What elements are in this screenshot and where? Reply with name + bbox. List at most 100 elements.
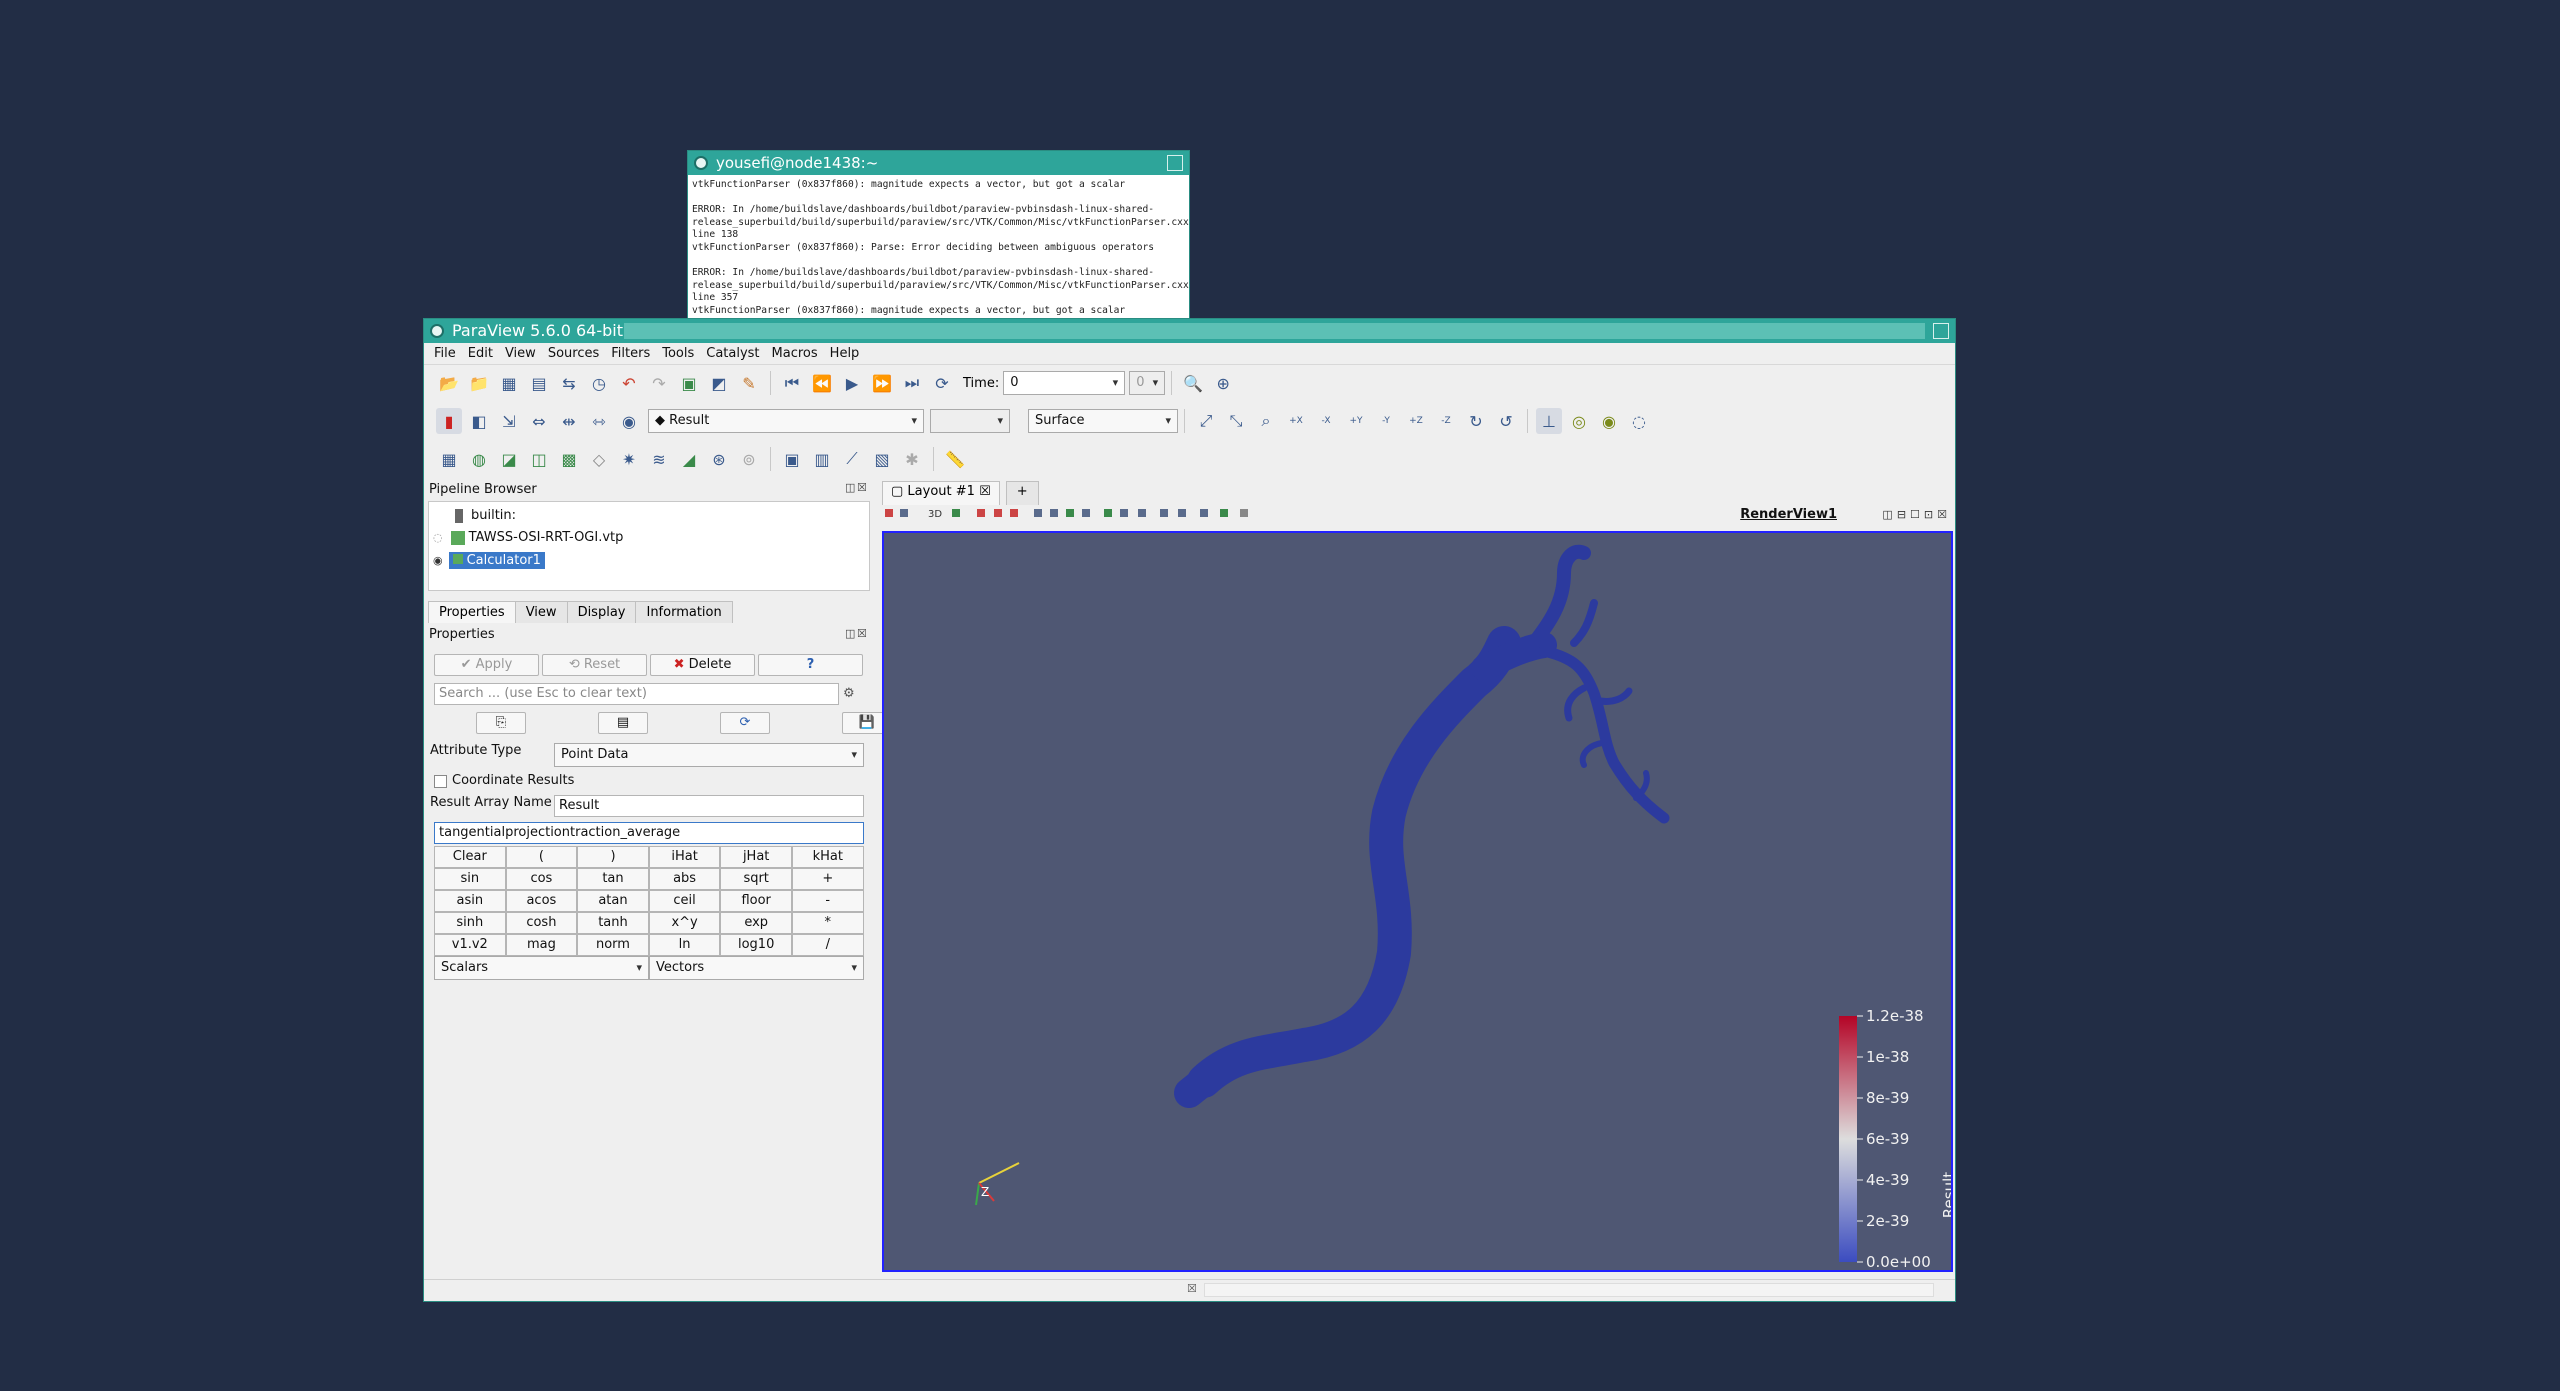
edit-color-map-icon[interactable]: ◧	[466, 408, 492, 434]
plot-over-line-icon[interactable]: ⟋	[839, 446, 865, 472]
menu-tools[interactable]: Tools	[656, 346, 700, 361]
color-by-dropdown[interactable]: ◆ Result	[648, 409, 924, 433]
delete-button[interactable]: ✖ Delete	[650, 654, 755, 676]
tab-properties[interactable]: Properties	[428, 601, 516, 623]
clip-icon[interactable]: ◪	[496, 446, 522, 472]
render-view[interactable]: Z 1.2e-38 1e-38 8e-39 6e-39 4e-39 2e-39 0.0e+0…	[882, 531, 1958, 1272]
rotate-plus-90-icon[interactable]: ↻	[1463, 408, 1489, 434]
recent-open-icon[interactable]: 📁	[466, 370, 492, 396]
menu-filters[interactable]: Filters	[605, 346, 656, 361]
keypad-button[interactable]: (	[505, 846, 578, 868]
keypad-button[interactable]: +	[791, 868, 864, 890]
result-array-input[interactable]: Result	[554, 795, 864, 817]
tab-layout-1[interactable]: ▢ Layout #1 ☒	[882, 481, 1000, 505]
pipeline-item-calculator[interactable]: ◉ Calculator1	[433, 552, 545, 569]
stream-tracer-icon[interactable]: ≋	[646, 446, 672, 472]
contour-icon[interactable]: ◍	[466, 446, 492, 472]
view-minus-y-icon[interactable]: -Y	[1373, 408, 1399, 434]
keypad-button[interactable]: norm	[577, 934, 649, 956]
scalars-dropdown[interactable]: Scalars	[434, 956, 649, 980]
disconnect-icon[interactable]: ◷	[586, 370, 612, 396]
render-canvas[interactable]: Z 1.2e-38 1e-38 8e-39 6e-39 4e-39 2e-39 0.0e+0…	[884, 533, 1958, 1271]
load-state-icon[interactable]: ▦	[496, 370, 522, 396]
render-view-name[interactable]: RenderView1	[1740, 507, 1837, 522]
previous-frame-icon[interactable]: ⏪	[809, 370, 835, 396]
extract-selection-icon[interactable]: ▣	[779, 446, 805, 472]
toggle-color-legend-icon[interactable]: ▮	[436, 408, 462, 434]
restore-defaults-icon[interactable]: ⟳	[720, 712, 770, 734]
maximize-icon[interactable]	[1167, 155, 1183, 171]
rescale-custom-icon[interactable]: ⇔	[526, 408, 552, 434]
view-plus-z-icon[interactable]: +Z	[1403, 408, 1429, 434]
save-state-icon[interactable]: ▤	[526, 370, 552, 396]
open-icon[interactable]: 📂	[436, 370, 462, 396]
split-horizontal-icon[interactable]: ◫	[1882, 508, 1892, 521]
rotate-minus-90-icon[interactable]: ↺	[1493, 408, 1519, 434]
reset-center-icon[interactable]: ◉	[1596, 408, 1622, 434]
apply-button[interactable]: ✔ Apply	[434, 654, 539, 676]
menu-catalyst[interactable]: Catalyst	[700, 346, 765, 361]
paste-properties-icon[interactable]: ▤	[598, 712, 648, 734]
keypad-button[interactable]: atan	[577, 890, 649, 912]
view-plus-x-icon[interactable]: +X	[1283, 408, 1309, 434]
slice-icon[interactable]: ◫	[526, 446, 552, 472]
close-view-icon[interactable]: ☒	[1937, 508, 1947, 521]
reset-button[interactable]: ⟲ Reset	[542, 654, 647, 676]
keypad-button[interactable]: abs	[648, 868, 721, 890]
coordinate-results-checkbox[interactable]	[434, 775, 447, 788]
split-vertical-icon[interactable]: ⊟	[1897, 508, 1906, 521]
reset-camera-icon[interactable]: ⤢	[1193, 408, 1219, 434]
keypad-button[interactable]: kHat	[791, 846, 864, 868]
float-panel-icon[interactable]: ◫	[845, 627, 855, 640]
tab-view[interactable]: View	[514, 601, 568, 623]
maximize-icon[interactable]	[1933, 323, 1949, 339]
color-palette-icon[interactable]: ✎	[736, 370, 762, 396]
keypad-button[interactable]: sqrt	[720, 868, 792, 890]
attribute-type-dropdown[interactable]: Point Data	[554, 743, 864, 767]
keypad-button[interactable]: iHat	[648, 846, 721, 868]
measure-icon[interactable]: 📏	[942, 446, 968, 472]
keypad-button[interactable]: mag	[505, 934, 578, 956]
show-center-icon[interactable]: ◎	[1566, 408, 1592, 434]
view-minus-z-icon[interactable]: -Z	[1433, 408, 1459, 434]
help-button[interactable]: ?	[758, 654, 863, 676]
redo-icon[interactable]: ↷	[646, 370, 672, 396]
glyph-icon[interactable]: ✷	[616, 446, 642, 472]
status-close-icon[interactable]: ☒	[1187, 1282, 1197, 1295]
keypad-button[interactable]: sin	[434, 868, 506, 890]
add-layout-button[interactable]: +	[1005, 481, 1039, 505]
keypad-button[interactable]: cosh	[505, 912, 578, 934]
terminal-titlebar[interactable]: yousefi@node1438:~	[688, 151, 1189, 175]
close-panel-icon[interactable]: ☒	[857, 627, 867, 640]
expression-input[interactable]: tangentialprojectiontraction_average	[434, 822, 864, 844]
rescale-temporal-icon[interactable]: ⇹	[556, 408, 582, 434]
pipeline-item-vtp[interactable]: ◌ TAWSS-OSI-RRT-OGI.vtp	[433, 530, 623, 545]
show-orientation-axes-icon[interactable]: ⊥	[1536, 408, 1562, 434]
group-datasets-icon[interactable]: ⊛	[706, 446, 732, 472]
copy-properties-icon[interactable]: ⎘	[476, 712, 526, 734]
keypad-button[interactable]: asin	[434, 890, 506, 912]
menu-macros[interactable]: Macros	[766, 346, 824, 361]
keypad-button[interactable]: floor	[720, 890, 792, 912]
maximize-view-icon[interactable]: ☐	[1910, 508, 1920, 521]
keypad-button[interactable]: jHat	[720, 846, 792, 868]
menu-sources[interactable]: Sources	[542, 346, 605, 361]
terminal-window[interactable]: yousefi@node1438:~ vtkFunctionParser (0x…	[687, 150, 1190, 320]
find-data-icon[interactable]: 🔍	[1180, 370, 1206, 396]
plot-data-icon[interactable]: ▧	[869, 446, 895, 472]
screenshot-icon[interactable]: ◩	[706, 370, 732, 396]
play-icon[interactable]: ▶	[839, 370, 865, 396]
close-panel-icon[interactable]: ☒	[857, 481, 867, 494]
keypad-button[interactable]: ln	[648, 934, 721, 956]
component-dropdown[interactable]	[930, 409, 1010, 433]
menu-edit[interactable]: Edit	[462, 346, 499, 361]
search-input[interactable]: Search ... (use Esc to clear text)	[434, 683, 839, 705]
keypad-button[interactable]: /	[791, 934, 864, 956]
zoom-to-data-icon[interactable]: ⤡	[1223, 408, 1249, 434]
visibility-icon[interactable]: ◉	[616, 408, 642, 434]
pipeline-browser[interactable]: builtin: ◌ TAWSS-OSI-RRT-OGI.vtp ◉ Calcu…	[428, 501, 870, 591]
undo-icon[interactable]: ↶	[616, 370, 642, 396]
gear-icon[interactable]: ⚙	[843, 686, 855, 701]
zoom-to-box-icon[interactable]: ⌕	[1253, 408, 1279, 434]
extract-subset-icon[interactable]: ◇	[586, 446, 612, 472]
